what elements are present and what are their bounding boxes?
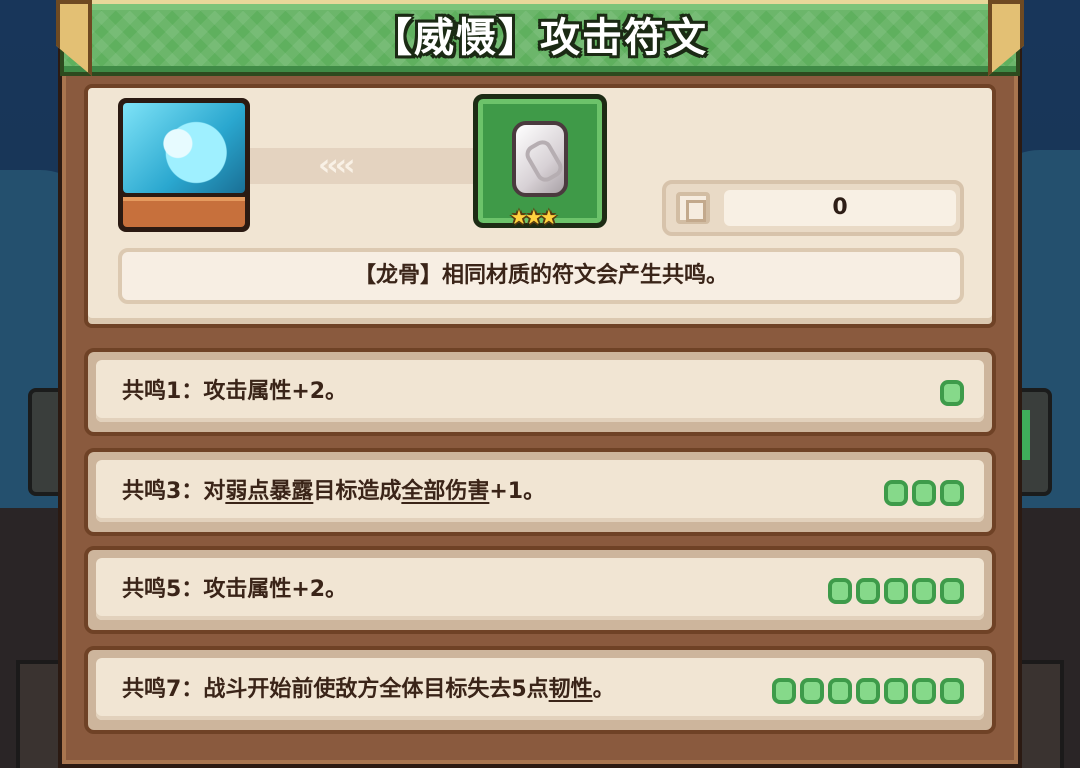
resonance-pip-icon	[912, 480, 936, 506]
panel-title: 【威慑】攻击符文	[372, 15, 708, 61]
resonance-row: 共鸣5：攻击属性+2。	[84, 546, 996, 634]
rune-count-box: 0	[662, 180, 964, 236]
keyword-link[interactable]: 韧性	[549, 677, 593, 702]
resonance-pip-icon	[828, 578, 852, 604]
resonance-text: 共鸣1：攻击属性+2。	[122, 360, 347, 424]
resonance-row-inner: 共鸣7：战斗开始前使敌方全体目标失去5点韧性。	[96, 658, 984, 720]
resonance-effect-text: 攻击属性+2。	[203, 577, 348, 602]
transfer-arrows-icon: ‹‹‹‹	[318, 148, 356, 183]
resonance-pip-icon	[940, 678, 964, 704]
keyword-link[interactable]: 弱点暴露	[225, 479, 313, 504]
resonance-requirement-pips	[884, 480, 964, 506]
rune-slot[interactable]: ★★★	[473, 94, 607, 229]
resonance-pip-icon	[912, 578, 936, 604]
resonance-effect-text: +1。	[489, 479, 546, 504]
ice-spirit-portrait-icon	[123, 103, 245, 193]
bone-rune-icon	[512, 121, 568, 197]
resonance-pip-icon	[940, 578, 964, 604]
resonance-effect-text: 攻击属性+2。	[203, 379, 348, 404]
resonance-pip-icon	[884, 678, 908, 704]
resonance-requirement-pips	[772, 678, 964, 704]
resonance-text: 共鸣5：攻击属性+2。	[122, 558, 347, 622]
resonance-row-inner: 共鸣5：攻击属性+2。	[96, 558, 984, 620]
resonance-pip-icon	[856, 578, 880, 604]
resonance-row: 共鸣1：攻击属性+2。	[84, 348, 996, 436]
resonance-requirement-pips	[940, 380, 964, 406]
resonance-level-label: 共鸣3：	[122, 479, 204, 504]
resonance-pip-icon	[828, 678, 852, 704]
rune-material-description: 【龙骨】相同材质的符文会产生共鸣。	[118, 248, 964, 304]
resonance-row-inner: 共鸣3：对弱点暴露目标造成全部伤害+1。	[96, 460, 984, 522]
rune-bag-icon	[676, 192, 710, 224]
resonance-level-label: 共鸣5：	[122, 577, 204, 602]
resonance-row: 共鸣7：战斗开始前使敌方全体目标失去5点韧性。	[84, 646, 996, 734]
resonance-effect-text: 。	[592, 677, 615, 702]
resonance-pip-icon	[772, 678, 796, 704]
resonance-pip-icon	[940, 380, 964, 406]
resonance-pip-icon	[940, 480, 964, 506]
resonance-row: 共鸣3：对弱点暴露目标造成全部伤害+1。	[84, 448, 996, 536]
portrait-base	[123, 197, 245, 227]
resonance-requirement-pips	[828, 578, 964, 604]
resonance-text: 共鸣3：对弱点暴露目标造成全部伤害+1。	[122, 460, 545, 524]
rune-count-value: 0	[724, 190, 956, 226]
resonance-row-inner: 共鸣1：攻击属性+2。	[96, 360, 984, 422]
character-portrait[interactable]	[118, 98, 250, 232]
keyword-link[interactable]: 全部伤害	[401, 479, 489, 504]
resonance-effect-text: 对	[203, 479, 226, 504]
resonance-text: 共鸣7：战斗开始前使敌方全体目标失去5点韧性。	[122, 658, 615, 722]
transfer-connector	[248, 148, 478, 184]
rune-star-rating: ★★★	[510, 205, 558, 229]
resonance-level-label: 共鸣1：	[122, 379, 204, 404]
resonance-pip-icon	[884, 480, 908, 506]
resonance-effect-text: 战斗开始前使敌方全体目标失去5点	[203, 677, 549, 702]
resonance-pip-icon	[912, 678, 936, 704]
resonance-level-label: 共鸣7：	[122, 677, 204, 702]
resonance-pip-icon	[800, 678, 824, 704]
resonance-effect-text: 目标造成	[313, 479, 402, 504]
resonance-pip-icon	[856, 678, 880, 704]
resonance-pip-icon	[884, 578, 908, 604]
